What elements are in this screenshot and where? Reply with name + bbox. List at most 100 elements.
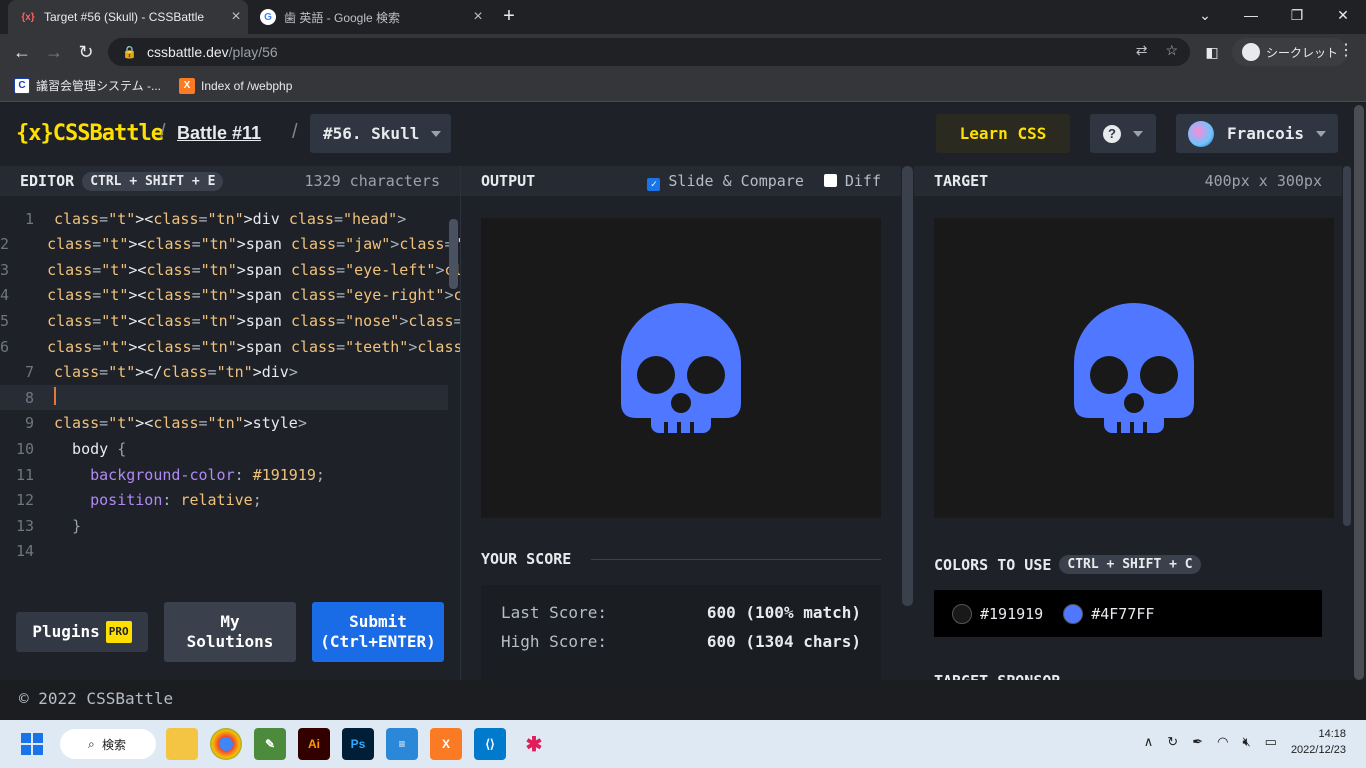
learn-css-button[interactable]: Learn CSS [936,114,1070,153]
reload-icon[interactable]: ↻ [74,40,98,64]
xampp-icon[interactable]: X [430,728,462,760]
close-tab-icon[interactable]: × [224,8,248,26]
cssbattle-favicon-icon: {x} [21,11,35,23]
battery-icon[interactable]: ▭ [1265,734,1277,750]
chevron-up-icon[interactable]: ∧ [1144,734,1154,750]
battle-link[interactable]: Battle #11 [177,123,261,144]
tab-title: Target #56 (Skull) - CSSBattle [44,10,205,24]
menu-icon[interactable]: ⋮ [1338,40,1354,60]
output-scrollbar[interactable] [901,166,914,680]
skull-eye-right [1140,356,1178,394]
cssbattle-logo[interactable]: {x}CSSBattle [16,121,164,146]
notepad-icon[interactable]: ≡ [386,728,418,760]
side-panel-icon[interactable]: ◧ [1200,40,1224,64]
color-chip[interactable]: #4F77FF [1063,603,1154,624]
slack-icon[interactable]: ✱ [518,728,550,760]
close-window-button[interactable]: ✕ [1320,0,1366,30]
notepad-plus-icon[interactable]: ✎ [254,728,286,760]
line-number: 9 [24,414,34,433]
illustrator-icon[interactable]: Ai [298,728,330,760]
score-panel: Last Score: 600 (100% match) High Score: 6… [481,585,881,680]
chevron-down-icon [1316,130,1327,137]
target-dropdown-label: #56. Skull [323,124,420,143]
wifi-icon[interactable]: ◠ [1217,734,1228,750]
incognito-badge[interactable]: シークレット [1232,38,1349,66]
tab-google[interactable]: G 歯 英語 - Google 検索 × [250,0,490,34]
bookmark-star-icon[interactable]: ☆ [1165,42,1178,59]
code-line[interactable]: 6 class="t"><class="tn">span class="teet… [0,334,460,359]
code-line[interactable]: 13 } [0,513,448,538]
close-tab-icon[interactable]: × [466,8,490,26]
breadcrumb-separator: / [160,121,166,143]
line-number: 2 [0,235,10,254]
line-number: 14 [15,542,34,561]
translate-icon[interactable]: ⇄ [1136,42,1148,59]
code-line[interactable]: 8 [0,385,448,411]
minimize-button[interactable]: — [1228,0,1274,30]
checkbox-unchecked-icon[interactable] [823,174,837,187]
code-text: class="t"><class="tn">span class="jaw">c… [47,235,460,254]
chevron-down-icon [431,130,442,137]
bookmark-item[interactable]: C 議習会管理システム -... [14,77,161,94]
checkbox-checked-icon[interactable]: ✓ [647,177,661,191]
code-line[interactable]: 7 class="t"></class="tn">div> [0,360,448,385]
url-path: /play/56 [228,44,278,60]
code-line[interactable]: 3 class="t"><class="tn">span class="eye-… [0,257,460,282]
last-score-label: Last Score: [501,603,607,622]
colors-shortcut-badge: CTRL + SHIFT + C [1059,555,1201,574]
vscode-icon[interactable]: ⟨⟩ [474,728,506,760]
new-tab-button[interactable]: + [498,5,520,27]
tab-search-icon[interactable]: ⌄ [1182,0,1228,30]
code-line[interactable]: 2 class="t"><class="tn">span class="jaw"… [0,232,460,257]
code-line[interactable]: 11 background-color: #191919; [0,462,448,487]
restore-button[interactable]: ❐ [1274,0,1320,30]
line-number: 3 [0,260,10,279]
help-dropdown[interactable]: ? [1090,114,1156,153]
code-line[interactable]: 9 class="t"><class="tn">style> [0,411,448,436]
forward-icon[interactable]: → [42,40,66,64]
volume-muted-icon[interactable]: 🔇︎ [1242,734,1250,750]
windows-start-icon[interactable] [16,728,48,760]
skull-nose [1124,393,1144,413]
tab-cssbattle[interactable]: {x} Target #56 (Skull) - CSSBattle × [8,0,248,34]
sync-icon[interactable]: ↻ [1167,734,1178,750]
target-dropdown[interactable]: #56. Skull [310,114,451,153]
page-scrollbar[interactable] [1352,103,1366,683]
submit-button[interactable]: Submit (Ctrl+ENTER) [312,602,444,662]
pen-icon[interactable]: ✒ [1192,734,1203,750]
output-canvas[interactable] [481,218,881,518]
file-explorer-icon[interactable] [166,728,198,760]
code-line[interactable]: 12 position: relative; [0,488,448,513]
slide-compare-toggle[interactable]: ✓ Slide & Compare [647,171,804,191]
taskbar-search[interactable]: ⌕ 検索 [60,729,156,759]
target-scrollbar[interactable] [1342,166,1352,680]
chrome-icon[interactable] [210,728,242,760]
editor-scrollbar[interactable] [449,219,458,289]
code-editor[interactable]: 1 class="t"><class="tn">div class="head">… [0,196,460,586]
code-line[interactable]: 1 class="t"><class="tn">div class="head"> [0,206,448,231]
address-bar[interactable]: 🔒 cssbattle.dev/play/56 ⇄ ☆ [108,38,1190,66]
high-score-label: High Score: [501,632,607,651]
pro-badge: PRO [105,621,132,643]
back-icon[interactable]: ← [10,40,34,64]
code-line[interactable]: 4 class="t"><class="tn">span class="eye-… [0,283,460,308]
bookmark-item[interactable]: X Index of /webphp [178,77,292,94]
character-count: 1329 characters [304,172,440,190]
slide-compare-label: Slide & Compare [668,171,804,190]
code-text: class="t"><class="tn">div class="head"> [54,209,407,228]
bookmark-label: 議習会管理システム -... [36,79,161,93]
color-chip[interactable]: #191919 [952,603,1043,624]
line-number: 8 [24,388,34,407]
url-host: cssbattle.dev [146,44,229,60]
code-text: background-color: #191919; [90,465,325,484]
plugins-button[interactable]: Plugins PRO [16,612,148,652]
clock[interactable]: 14:18 2022/12/23 [1291,726,1346,758]
user-menu[interactable]: Francois [1176,114,1338,153]
code-line[interactable]: 5 class="t"><class="tn">span class="nose… [0,308,460,333]
line-number: 12 [15,491,34,510]
code-line[interactable]: 14 [0,539,448,564]
code-line[interactable]: 10 body { [0,436,448,461]
my-solutions-button[interactable]: My Solutions [164,602,296,662]
diff-toggle[interactable]: Diff [823,172,881,190]
photoshop-icon[interactable]: Ps [342,728,374,760]
